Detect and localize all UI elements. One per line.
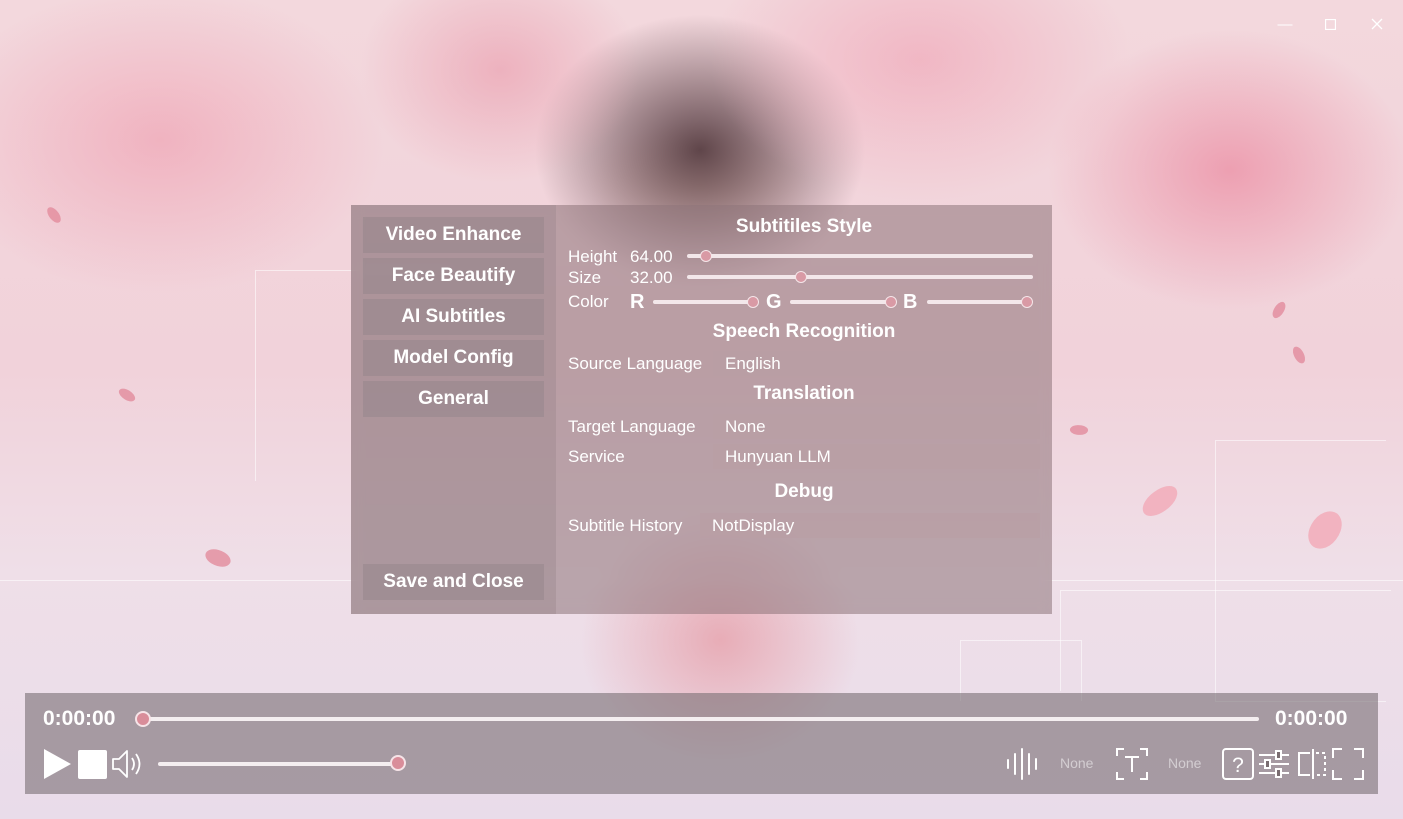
stop-icon[interactable] [77,749,107,779]
maximize-icon[interactable] [1319,14,1341,34]
height-label: Height [568,247,618,266]
audio-waveform-icon[interactable] [1005,747,1041,781]
target-language-select[interactable]: None [713,414,1040,439]
sidebar-item-face-beautify[interactable]: Face Beautify [363,258,544,294]
volume-icon[interactable] [111,747,145,781]
height-value: 64.00 [630,247,673,266]
sidebar-item-model-config[interactable]: Model Config [363,340,544,376]
progress-bar[interactable] [143,717,1259,721]
height-slider-thumb[interactable] [700,250,712,262]
sidebar-item-general[interactable]: General [363,381,544,417]
size-slider[interactable] [687,275,1033,279]
minimize-icon[interactable]: — [1274,14,1296,34]
color-label: Color [568,292,609,311]
green-slider[interactable] [790,300,890,304]
b-label: B [903,291,918,313]
size-value: 32.00 [630,268,673,287]
play-icon[interactable] [41,747,73,781]
subtitle-history-select[interactable]: NotDisplay [700,513,1040,538]
sidebar-item-video-enhance[interactable]: Video Enhance [363,217,544,253]
blue-slider[interactable] [927,300,1031,304]
subtitle-history-label: Subtitle History [568,516,683,535]
save-and-close-button[interactable]: Save and Close [363,564,544,600]
total-time: 0:00:00 [1275,707,1348,730]
height-slider[interactable] [687,254,1033,258]
volume-thumb[interactable] [390,755,406,771]
compare-split-icon[interactable] [1295,747,1329,781]
help-icon[interactable]: ? [1221,747,1255,781]
subtitle-track-value: None [1168,755,1202,771]
section-title-translation: Translation [753,383,855,404]
section-title-subtitles-style: Subtitiles Style [735,216,873,237]
size-slider-thumb[interactable] [795,271,807,283]
svg-text:?: ? [1232,754,1244,777]
service-select[interactable]: Hunyuan LLM [713,444,1040,469]
settings-panel: Video Enhance Face Beautify AI Subtitles… [351,205,1052,614]
green-slider-thumb[interactable] [885,296,897,308]
section-title-speech-recognition: Speech Recognition [712,321,896,342]
r-label: R [630,291,645,313]
player-control-bar: 0:00:00 0:00:00 None None ? [25,693,1378,794]
sidebar-item-ai-subtitles[interactable]: AI Subtitles [363,299,544,335]
audio-track-value: None [1060,755,1094,771]
target-language-label: Target Language [568,417,696,436]
red-slider[interactable] [653,300,753,304]
close-icon[interactable] [1366,14,1388,34]
fullscreen-icon[interactable] [1331,747,1365,781]
subtitle-text-icon[interactable] [1115,747,1149,781]
size-label: Size [568,268,602,287]
g-label: G [766,291,782,313]
source-language-select[interactable]: English [713,351,1040,376]
red-slider-thumb[interactable] [747,296,759,308]
service-label: Service [568,447,625,466]
source-language-label: Source Language [568,354,703,373]
settings-sliders-icon[interactable] [1257,747,1291,781]
progress-thumb[interactable] [135,711,151,727]
current-time: 0:00:00 [43,707,116,730]
volume-slider[interactable] [158,762,398,766]
section-title-debug: Debug [774,481,834,502]
blue-slider-thumb[interactable] [1021,296,1033,308]
